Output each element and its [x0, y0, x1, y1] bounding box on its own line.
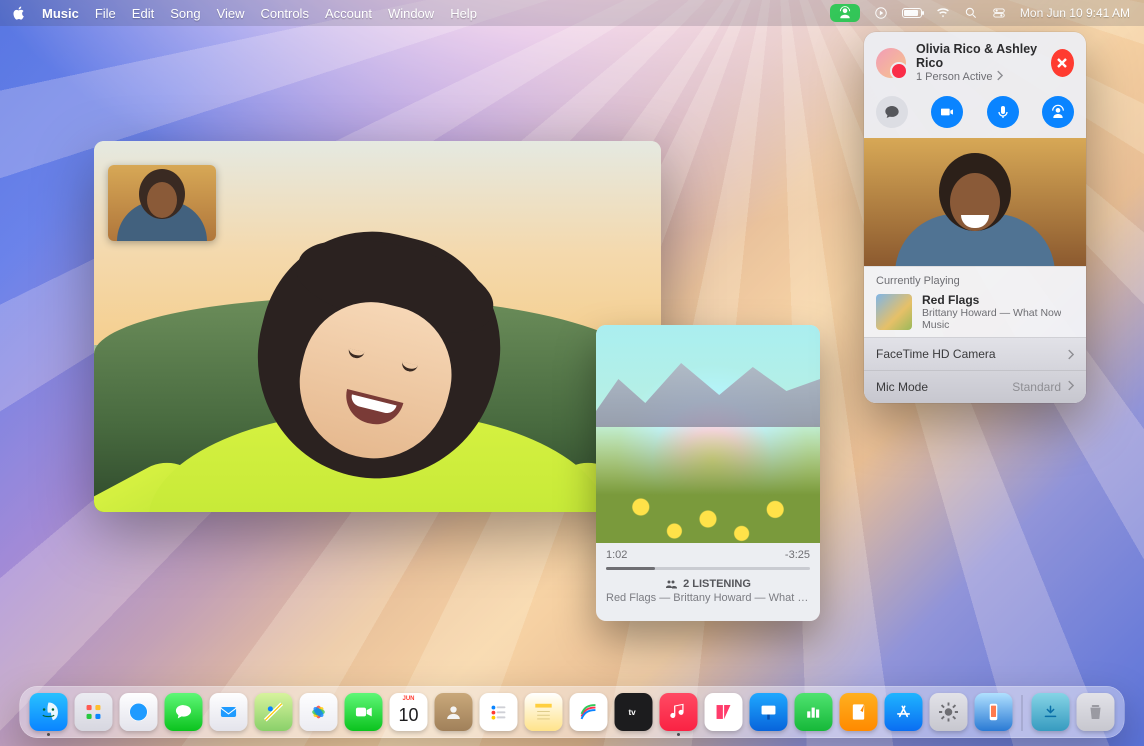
- menu-edit[interactable]: Edit: [132, 6, 154, 21]
- dock-numbers[interactable]: [795, 693, 833, 731]
- elapsed-time: 1:02: [606, 549, 627, 561]
- dock-notes[interactable]: [525, 693, 563, 731]
- dock-pages[interactable]: [840, 693, 878, 731]
- svg-text:tv: tv: [628, 708, 636, 717]
- dock-photos[interactable]: [300, 693, 338, 731]
- menu-controls[interactable]: Controls: [261, 6, 309, 21]
- currently-playing-row[interactable]: Red Flags Brittany Howard — What Now Mus…: [876, 293, 1074, 331]
- dock-messages[interactable]: [165, 693, 203, 731]
- currently-playing-label: Currently Playing: [876, 275, 1074, 287]
- menu-help[interactable]: Help: [450, 6, 477, 21]
- remaining-time: -3:25: [785, 549, 810, 561]
- menu-window[interactable]: Window: [388, 6, 434, 21]
- dock-system-settings[interactable]: [930, 693, 968, 731]
- track-thumbnail: [876, 294, 912, 330]
- active-count[interactable]: 1 Person Active: [916, 70, 1041, 84]
- scrubber[interactable]: [606, 567, 810, 570]
- dock-downloads[interactable]: [1032, 693, 1070, 731]
- dock-freeform[interactable]: [570, 693, 608, 731]
- control-center-icon[interactable]: [992, 6, 1006, 20]
- dock-launchpad[interactable]: [75, 693, 113, 731]
- menu-view[interactable]: View: [217, 6, 245, 21]
- wifi-icon[interactable]: [936, 6, 950, 20]
- self-view-pip[interactable]: [108, 165, 216, 241]
- now-playing-card[interactable]: 1:02 -3:25 2 LISTENING Red Flags — Britt…: [596, 325, 820, 621]
- dock-reminders[interactable]: [480, 693, 518, 731]
- track-source: Music: [922, 319, 1061, 331]
- chevron-right-icon: [1067, 380, 1074, 394]
- shareplay-popover: Olivia Rico & Ashley Rico 1 Person Activ…: [864, 32, 1086, 403]
- dock: JUN 10 tv: [20, 686, 1125, 738]
- camera-preview: [864, 138, 1086, 266]
- dock-separator: [1022, 695, 1023, 731]
- dock-facetime[interactable]: [345, 693, 383, 731]
- menu-song[interactable]: Song: [170, 6, 200, 21]
- chevron-right-icon: [1067, 349, 1074, 360]
- dock-maps[interactable]: [255, 693, 293, 731]
- dock-finder[interactable]: [30, 693, 68, 731]
- now-playing-menubar-icon[interactable]: [874, 6, 888, 20]
- dock-keynote[interactable]: [750, 693, 788, 731]
- menubar: Music File Edit Song View Controls Accou…: [0, 0, 1144, 26]
- shareplay-status-icon[interactable]: [830, 4, 860, 22]
- app-menu[interactable]: Music: [42, 6, 79, 21]
- dock-calendar[interactable]: JUN 10: [390, 693, 428, 731]
- facetime-window[interactable]: [94, 141, 661, 512]
- track-artist: Brittany Howard — What Now: [922, 307, 1061, 319]
- dock-contacts[interactable]: [435, 693, 473, 731]
- menu-account[interactable]: Account: [325, 6, 372, 21]
- dock-mail[interactable]: [210, 693, 248, 731]
- dock-trash[interactable]: [1077, 693, 1115, 731]
- shareplay-button[interactable]: [1042, 96, 1074, 128]
- dock-iphone-mirroring[interactable]: [975, 693, 1013, 731]
- album-art: [596, 325, 820, 543]
- track-title: Red Flags: [922, 293, 1061, 307]
- listening-count: 2 LISTENING: [606, 578, 810, 590]
- dock-music[interactable]: [660, 693, 698, 731]
- dock-safari[interactable]: [120, 693, 158, 731]
- track-info-line: Red Flags — Brittany Howard — What Now: [606, 592, 810, 604]
- battery-icon[interactable]: [902, 8, 922, 18]
- messages-button[interactable]: [876, 96, 908, 128]
- dock-appstore[interactable]: [885, 693, 923, 731]
- mic-toggle-button[interactable]: [987, 96, 1019, 128]
- group-name: Olivia Rico & Ashley Rico: [916, 42, 1041, 70]
- menubar-clock[interactable]: Mon Jun 10 9:41 AM: [1020, 6, 1130, 20]
- camera-toggle-button[interactable]: [931, 96, 963, 128]
- mic-mode-row[interactable]: Mic Mode Standard: [864, 370, 1086, 403]
- leave-call-button[interactable]: [1051, 49, 1074, 77]
- menu-file[interactable]: File: [95, 6, 116, 21]
- spotlight-icon[interactable]: [964, 6, 978, 20]
- dock-news[interactable]: [705, 693, 743, 731]
- dock-tv[interactable]: tv: [615, 693, 653, 731]
- group-avatar: [876, 48, 906, 78]
- apple-menu[interactable]: [12, 6, 26, 20]
- camera-select-row[interactable]: FaceTime HD Camera: [864, 337, 1086, 370]
- chevron-right-icon: [996, 70, 1003, 84]
